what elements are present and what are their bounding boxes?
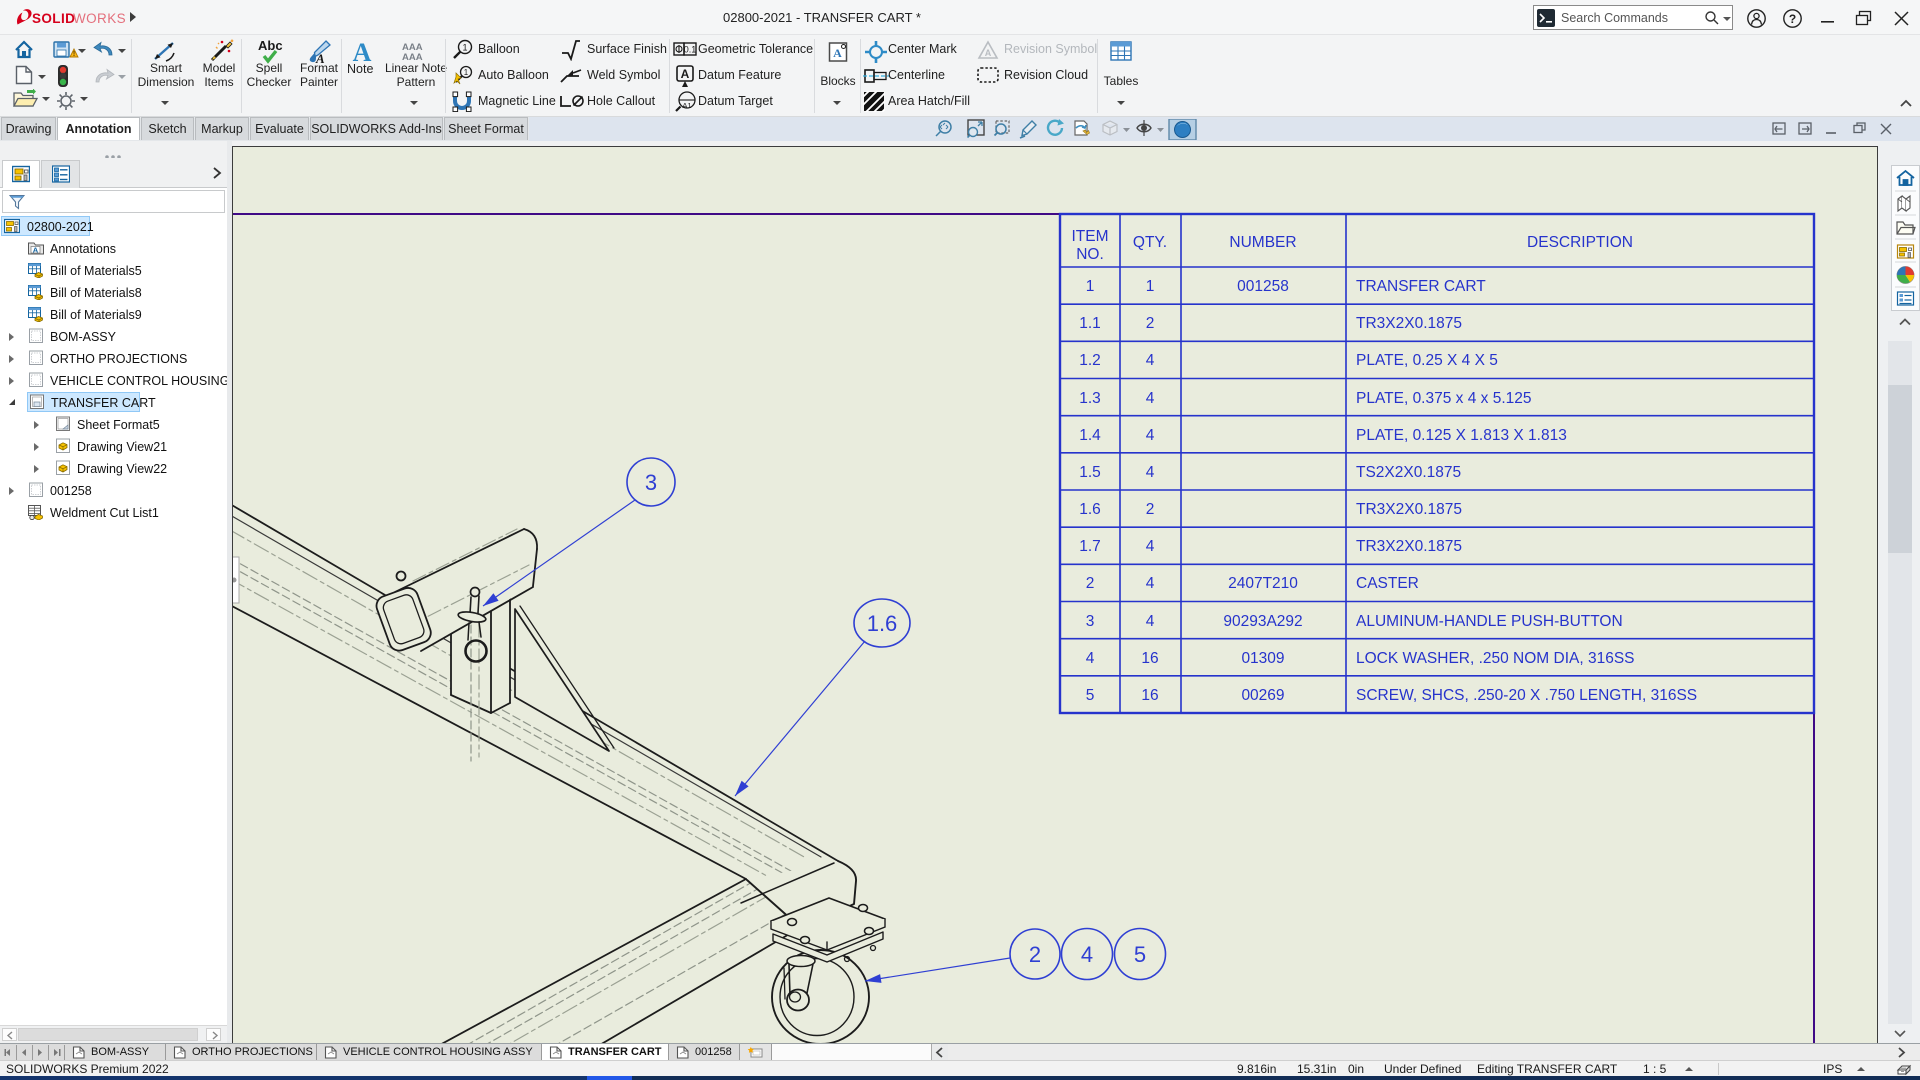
svg-text:1: 1 xyxy=(1086,278,1095,295)
svg-text:A: A xyxy=(681,67,690,81)
svg-text:Abc: Abc xyxy=(258,39,283,53)
svg-text:4: 4 xyxy=(1086,650,1095,667)
svg-text:1.6: 1.6 xyxy=(867,611,898,636)
svg-text:01309: 01309 xyxy=(1241,650,1284,667)
svg-text:2: 2 xyxy=(1146,315,1155,332)
svg-text:1.3: 1.3 xyxy=(1079,390,1101,407)
svg-text:LOCK WASHER, .250 NOM DIA, 316: LOCK WASHER, .250 NOM DIA, 316SS xyxy=(1356,650,1635,667)
svg-text:A1: A1 xyxy=(682,101,691,110)
svg-text:CASTER: CASTER xyxy=(1356,575,1419,592)
svg-text:TRANSFER CART: TRANSFER CART xyxy=(1356,278,1486,295)
svg-text:?: ? xyxy=(1789,12,1796,26)
svg-text:QTY.: QTY. xyxy=(1133,234,1167,251)
svg-text:4: 4 xyxy=(1146,464,1155,481)
svg-text:A: A xyxy=(833,46,842,60)
svg-text:SOLID: SOLID xyxy=(32,11,75,26)
svg-text:NO.: NO. xyxy=(1076,246,1104,263)
svg-text:1.6: 1.6 xyxy=(1079,501,1101,518)
svg-text:5: 5 xyxy=(1134,942,1146,967)
svg-text:PLATE, 0.25 X 4 X 5: PLATE, 0.25 X 4 X 5 xyxy=(1356,352,1498,369)
svg-text:PLATE, 0.125 X 1.813 X 1.813: PLATE, 0.125 X 1.813 X 1.813 xyxy=(1356,427,1567,444)
svg-text:1.5: 1.5 xyxy=(1079,464,1101,481)
svg-text:2: 2 xyxy=(1146,501,1155,518)
svg-text:!: ! xyxy=(73,51,75,58)
svg-text:ITEM: ITEM xyxy=(1071,228,1108,245)
svg-text:5: 5 xyxy=(1086,687,1095,704)
svg-text:3: 3 xyxy=(1086,613,1095,630)
svg-text:4: 4 xyxy=(1146,427,1155,444)
svg-text:1.4: 1.4 xyxy=(1079,427,1101,444)
svg-text:TR3X2X0.1875: TR3X2X0.1875 xyxy=(1356,501,1462,518)
svg-text:1.2: 1.2 xyxy=(1079,352,1101,369)
svg-text:00269: 00269 xyxy=(1241,687,1284,704)
svg-text:PLATE, 0.375 x 4 x 5.125: PLATE, 0.375 x 4 x 5.125 xyxy=(1356,390,1532,407)
svg-text:2407T210: 2407T210 xyxy=(1228,575,1298,592)
svg-text:4: 4 xyxy=(1146,352,1155,369)
svg-text:16: 16 xyxy=(1141,650,1158,667)
svg-text:2: 2 xyxy=(1029,942,1041,967)
svg-text:4: 4 xyxy=(1081,942,1093,967)
svg-text:4: 4 xyxy=(1146,390,1155,407)
svg-text:TR3X2X0.1875: TR3X2X0.1875 xyxy=(1356,538,1462,555)
svg-text:1.1: 1.1 xyxy=(1079,315,1101,332)
svg-text:WORKS: WORKS xyxy=(73,11,126,26)
svg-text:4: 4 xyxy=(1146,613,1155,630)
svg-text:1: 1 xyxy=(462,43,467,53)
svg-text:ALUMINUM-HANDLE PUSH-BUTTON: ALUMINUM-HANDLE PUSH-BUTTON xyxy=(1356,613,1623,630)
svg-text:A: A xyxy=(985,48,992,58)
svg-text:90293A292: 90293A292 xyxy=(1223,613,1302,630)
svg-text:DESCRIPTION: DESCRIPTION xyxy=(1527,234,1633,251)
svg-text:1: 1 xyxy=(464,68,469,77)
svg-text:2: 2 xyxy=(1086,575,1095,592)
svg-text:1.7: 1.7 xyxy=(1079,538,1101,555)
svg-text:0.1: 0.1 xyxy=(684,45,697,55)
svg-text:3: 3 xyxy=(645,470,657,495)
svg-text:TR3X2X0.1875: TR3X2X0.1875 xyxy=(1356,315,1462,332)
svg-text:001258: 001258 xyxy=(1237,278,1289,295)
svg-text:TS2X2X0.1875: TS2X2X0.1875 xyxy=(1356,464,1461,481)
svg-text:1: 1 xyxy=(1146,278,1155,295)
svg-text:16: 16 xyxy=(1141,687,1158,704)
svg-text:NUMBER: NUMBER xyxy=(1229,234,1296,251)
svg-text:SCREW, SHCS, .250-20 X .750 LE: SCREW, SHCS, .250-20 X .750 LENGTH, 316S… xyxy=(1356,687,1697,704)
svg-text:4: 4 xyxy=(1146,575,1155,592)
svg-text:4: 4 xyxy=(1146,538,1155,555)
